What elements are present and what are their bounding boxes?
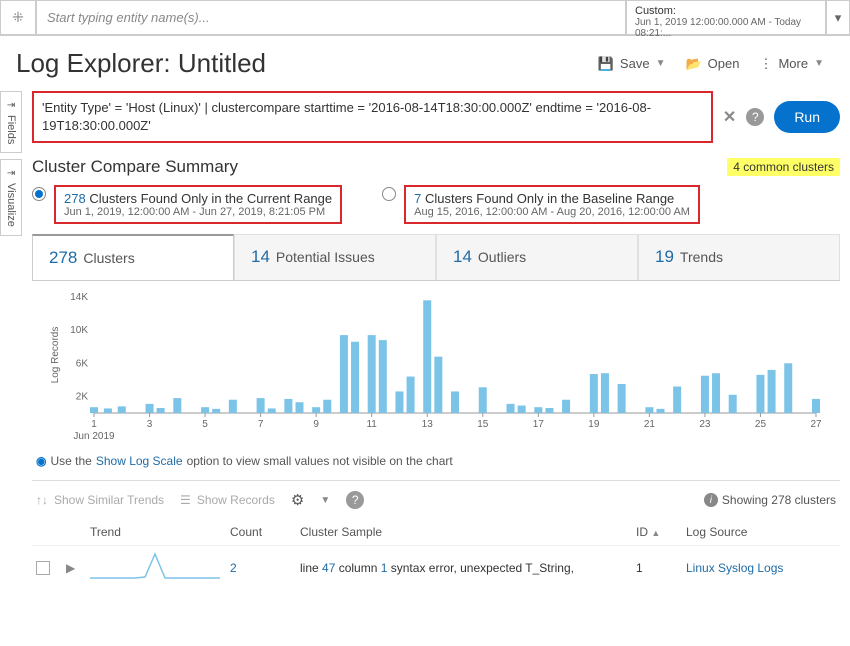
trends-icon: ↑↓ — [36, 493, 48, 507]
settings-gear-icon[interactable]: ⚙ — [291, 491, 304, 509]
save-icon: 💾 — [598, 56, 614, 72]
tab-clusters[interactable]: 278Clusters — [32, 234, 234, 280]
expand-row-icon[interactable]: ▶ — [66, 561, 75, 575]
fields-panel-tab[interactable]: ⇥Fields — [0, 91, 22, 153]
tab-outliers[interactable]: 14Outliers — [436, 234, 638, 280]
pin-icon: ⇥ — [7, 168, 15, 179]
summary-title: Cluster Compare Summary — [32, 157, 727, 177]
cluster-sample-text: line 47 column 1 syntax error, unexpecte… — [300, 561, 636, 575]
svg-text:15: 15 — [477, 419, 489, 430]
svg-text:19: 19 — [588, 419, 600, 430]
time-range-dropdown-icon[interactable]: ▾ — [826, 0, 850, 35]
svg-text:2K: 2K — [76, 392, 89, 403]
query-input[interactable]: 'Entity Type' = 'Host (Linux)' | cluster… — [32, 91, 713, 143]
col-cluster-sample[interactable]: Cluster Sample — [300, 525, 636, 539]
time-range-label: Custom: — [635, 5, 817, 17]
baseline-range-dates: Aug 15, 2016, 12:00:00 AM - Aug 20, 2016… — [414, 206, 690, 218]
showing-count: iShowing 278 clusters — [704, 493, 836, 507]
svg-text:5: 5 — [202, 419, 208, 430]
baseline-range-box: 7 Clusters Found Only in the Baseline Ra… — [404, 185, 700, 224]
svg-text:10K: 10K — [70, 326, 88, 337]
table-row: ▶ 2 line 47 column 1 syntax error, unexp… — [32, 546, 840, 589]
svg-text:13: 13 — [422, 419, 434, 430]
common-clusters-badge: 4 common clusters — [727, 158, 840, 176]
svg-text:7: 7 — [258, 419, 264, 430]
page-title: Log Explorer: Untitled — [16, 48, 588, 79]
info-icon: i — [704, 493, 718, 507]
help-icon[interactable]: ? — [746, 108, 764, 126]
time-range-value: Jun 1, 2019 12:00:00.000 AM - Today 08:2… — [635, 17, 817, 39]
log-scale-hint: ◉ Use the Show Log Scale option to view … — [32, 448, 840, 480]
help-icon[interactable]: ? — [346, 491, 364, 509]
svg-text:1: 1 — [91, 419, 97, 430]
svg-text:3: 3 — [147, 419, 153, 430]
list-icon: ☰ — [180, 493, 191, 507]
svg-text:17: 17 — [533, 419, 545, 430]
entity-search-placeholder: Start typing entity name(s)... — [47, 10, 210, 25]
current-range-box: 278 Clusters Found Only in the Current R… — [54, 185, 342, 224]
svg-text:Log Records: Log Records — [50, 327, 61, 384]
time-range-picker[interactable]: Custom: Jun 1, 2019 12:00:00.000 AM - To… — [626, 0, 826, 35]
tab-potential-issues[interactable]: 14Potential Issues — [234, 234, 436, 280]
svg-text:21: 21 — [644, 419, 656, 430]
more-button[interactable]: ⋮ More ▼ — [749, 52, 834, 76]
svg-text:14K: 14K — [70, 292, 88, 303]
col-trend[interactable]: Trend — [90, 525, 230, 539]
col-id[interactable]: ID ▲ — [636, 525, 686, 539]
caret-down-icon: ▼ — [656, 58, 666, 69]
svg-text:6K: 6K — [76, 359, 89, 370]
current-count-link[interactable]: 278 — [64, 191, 86, 206]
baseline-range-radio[interactable] — [382, 187, 396, 201]
row-id: 1 — [636, 561, 686, 575]
table-header: Trend Count Cluster Sample ID ▲ Log Sour… — [32, 519, 840, 546]
svg-text:23: 23 — [699, 419, 711, 430]
save-button[interactable]: 💾 Save ▼ — [588, 52, 676, 76]
current-range-radio[interactable] — [32, 187, 46, 201]
show-log-scale-link[interactable]: Show Log Scale — [96, 454, 183, 468]
tab-trends[interactable]: 19Trends — [638, 234, 840, 280]
show-records-button[interactable]: ☰Show Records — [180, 493, 275, 507]
histogram-chart: 2K6K10K14KLog Records1357911131517192123… — [32, 281, 840, 448]
svg-text:9: 9 — [313, 419, 319, 430]
sort-asc-icon: ▲ — [651, 528, 660, 538]
svg-text:27: 27 — [810, 419, 822, 430]
caret-down-icon: ▼ — [320, 495, 330, 506]
folder-open-icon: 📂 — [685, 56, 701, 72]
caret-down-icon: ▼ — [814, 58, 824, 69]
clear-query-icon[interactable]: ✕ — [723, 107, 736, 127]
current-range-dates: Jun 1, 2019, 12:00:00 AM - Jun 27, 2019,… — [64, 206, 332, 218]
pin-icon: ⇥ — [7, 100, 15, 111]
col-count[interactable]: Count — [230, 525, 300, 539]
svg-text:25: 25 — [755, 419, 767, 430]
app-menu-icon[interactable]: ⁜ — [0, 0, 36, 35]
svg-text:11: 11 — [366, 419, 377, 430]
row-count-link[interactable]: 2 — [230, 561, 237, 575]
open-button[interactable]: 📂 Open — [675, 52, 749, 76]
run-button[interactable]: Run — [774, 101, 840, 133]
svg-text:Jun 2019: Jun 2019 — [73, 431, 115, 441]
check-circle-icon: ◉ — [36, 454, 46, 468]
log-source-link[interactable]: Linux Syslog Logs — [686, 561, 783, 575]
baseline-count-link[interactable]: 7 — [414, 191, 421, 206]
more-dots-icon: ⋮ — [759, 56, 772, 72]
show-similar-trends-button[interactable]: ↑↓Show Similar Trends — [36, 493, 164, 507]
visualize-panel-tab[interactable]: ⇥Visualize — [0, 159, 22, 236]
col-log-source[interactable]: Log Source — [686, 525, 836, 539]
sparkline — [90, 552, 220, 580]
entity-search-input[interactable]: Start typing entity name(s)... — [36, 0, 626, 35]
row-checkbox[interactable] — [36, 561, 50, 575]
